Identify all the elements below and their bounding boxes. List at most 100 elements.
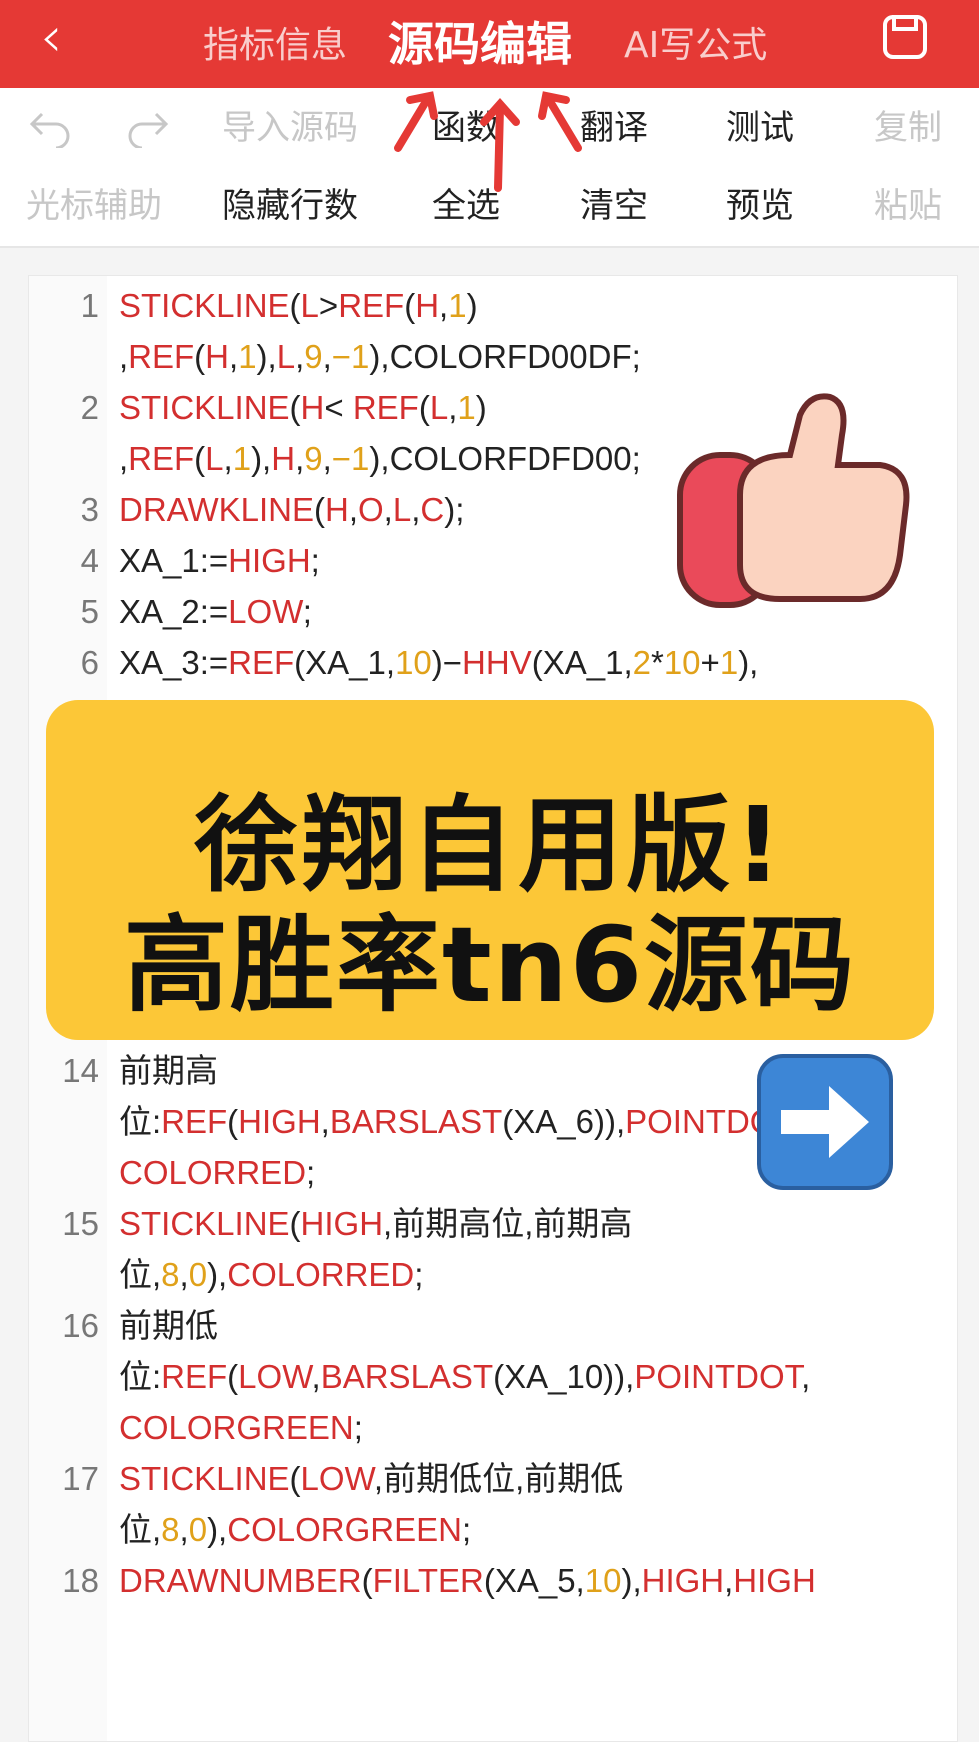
- code-token: (: [289, 287, 301, 324]
- code-token: (XA_5,: [483, 1562, 585, 1599]
- code-token: (: [289, 1460, 301, 1497]
- code-token: ),: [738, 644, 759, 681]
- code-token: ,: [801, 1358, 811, 1395]
- code-token: DRAWKLINE: [119, 491, 314, 528]
- code-token: (: [227, 1358, 239, 1395]
- save-icon[interactable]: [882, 14, 928, 60]
- code-token: STICKLINE: [119, 1205, 290, 1242]
- code-token: BARSLAST: [320, 1358, 494, 1395]
- code-token: 前期低: [119, 1307, 218, 1344]
- line-number: 16: [62, 1307, 99, 1344]
- code-token: ,: [724, 1562, 734, 1599]
- code-token: H: [300, 389, 325, 426]
- code-line[interactable]: 位,8,0),COLORGREEN;: [29, 1501, 957, 1558]
- code-token: (: [194, 338, 206, 375]
- code-token: 10: [395, 644, 432, 681]
- code-text: DRAWNUMBER(FILTER(XA_5,10),HIGH,HIGH: [119, 1552, 816, 1609]
- code-text: COLORRED;: [119, 1144, 315, 1201]
- code-token: ,前期低位,前期低: [373, 1460, 624, 1497]
- code-text: DRAWKLINE(H,O,L,C);: [119, 481, 464, 538]
- code-line[interactable]: 位,8,0),COLORRED;: [29, 1246, 957, 1303]
- code-token: 9: [304, 440, 323, 477]
- chevron-left-icon[interactable]: ‹: [40, 8, 62, 68]
- cursor-assist-button[interactable]: 光标辅助: [26, 182, 162, 230]
- promo-banner: 徐翔自用版! 高胜率tn6源码: [46, 700, 934, 1040]
- code-token: ),: [207, 1511, 228, 1548]
- code-text: STICKLINE(L>REF(H,1): [119, 277, 478, 334]
- line-number: 14: [62, 1052, 99, 1089]
- right-arrow-icon: [757, 1054, 893, 1190]
- code-token: COLORRED: [119, 1154, 307, 1191]
- code-line[interactable]: 16 前期低: [29, 1297, 957, 1354]
- line-number: 4: [80, 542, 99, 579]
- tab-ai-formula[interactable]: AI写公式: [624, 0, 767, 88]
- code-line[interactable]: 15 STICKLINE(HIGH,前期高位,前期高: [29, 1195, 957, 1252]
- code-token: LOW: [238, 1358, 312, 1395]
- code-token: ,: [229, 338, 239, 375]
- clear-button[interactable]: 清空: [580, 182, 648, 230]
- code-token: ,: [411, 491, 421, 528]
- code-token: XA_2:=: [119, 593, 229, 630]
- code-token: BARSLAST: [329, 1103, 503, 1140]
- code-text: 前期低: [119, 1297, 218, 1354]
- code-token: 位:: [119, 1103, 162, 1140]
- code-token: C: [420, 491, 445, 528]
- preview-button[interactable]: 预览: [726, 182, 794, 230]
- line-number: 18: [62, 1562, 99, 1599]
- code-line[interactable]: COLORGREEN;: [29, 1399, 957, 1456]
- code-line[interactable]: 位:REF(LOW,BARSLAST(XA_10)),POINTDOT,: [29, 1348, 957, 1405]
- code-token: L: [429, 389, 449, 426]
- code-token: ,: [322, 440, 332, 477]
- code-token: HIGH: [238, 1103, 321, 1140]
- import-source-button[interactable]: 导入源码: [222, 104, 358, 152]
- code-token: ,: [311, 1358, 321, 1395]
- code-token: HIGH: [300, 1205, 384, 1242]
- thumbs-up-icon: [677, 393, 910, 608]
- code-token: L: [300, 287, 319, 324]
- code-line[interactable]: 1 STICKLINE(L>REF(H,1): [29, 277, 957, 334]
- code-token: ,: [223, 440, 233, 477]
- code-line[interactable]: ,REF(H,1),L,9,−1),COLORFD00DF;: [29, 328, 957, 385]
- tab-source-edit[interactable]: 源码编辑: [388, 0, 572, 88]
- code-line[interactable]: 17 STICKLINE(LOW,前期低位,前期低: [29, 1450, 957, 1507]
- code-token: XA_3:=: [119, 644, 229, 681]
- code-token: 9: [304, 338, 323, 375]
- code-token: <: [324, 389, 353, 426]
- code-token: ,: [179, 1511, 189, 1548]
- paste-button[interactable]: 粘贴: [874, 182, 942, 230]
- code-line[interactable]: 18 DRAWNUMBER(FILTER(XA_5,10),HIGH,HIGH: [29, 1552, 957, 1609]
- code-token: ,: [348, 491, 358, 528]
- code-token: L: [392, 491, 412, 528]
- code-line[interactable]: 6 XA_3:=REF(XA_1,10)−HHV(XA_1,2*10+1),: [29, 634, 957, 691]
- code-token: H: [205, 338, 230, 375]
- code-text: 位,8,0),COLORRED;: [119, 1246, 423, 1303]
- code-text: ,REF(L,1),H,9,−1),COLORFDFD00;: [119, 430, 641, 487]
- code-token: (XA_1,: [294, 644, 396, 681]
- code-token: +: [700, 644, 720, 681]
- translate-button[interactable]: 翻译: [580, 104, 648, 152]
- header-bar: ‹ 指标信息 源码编辑 AI写公式: [0, 0, 979, 88]
- redo-icon[interactable]: [126, 108, 170, 148]
- code-token: H: [271, 440, 296, 477]
- test-button[interactable]: 测试: [726, 104, 794, 152]
- code-token: POINTDOT: [634, 1358, 802, 1395]
- code-token: 1: [719, 644, 739, 681]
- code-token: COLORGREEN: [227, 1511, 462, 1548]
- tab-indicator-info[interactable]: 指标信息: [203, 0, 347, 88]
- code-text: XA_3:=REF(XA_1,10)−HHV(XA_1,2*10+1),: [119, 634, 758, 691]
- undo-icon[interactable]: [28, 108, 72, 148]
- code-text: 位:REF(HIGH,BARSLAST(XA_6)),POINTDOT,: [119, 1093, 801, 1150]
- code-token: 前期高: [119, 1052, 218, 1089]
- line-number: 2: [80, 389, 99, 426]
- code-token: L: [276, 338, 296, 375]
- copy-button[interactable]: 复制: [874, 104, 942, 152]
- hide-line-numbers-button[interactable]: 隐藏行数: [222, 182, 358, 230]
- line-number: 15: [62, 1205, 99, 1242]
- code-text: COLORGREEN;: [119, 1399, 363, 1456]
- code-token: HIGH: [641, 1562, 725, 1599]
- code-token: ;: [353, 1409, 363, 1446]
- code-token: 0: [188, 1256, 208, 1293]
- line-number: 6: [80, 644, 99, 681]
- code-token: ;: [310, 542, 320, 579]
- code-token: REF: [128, 338, 195, 375]
